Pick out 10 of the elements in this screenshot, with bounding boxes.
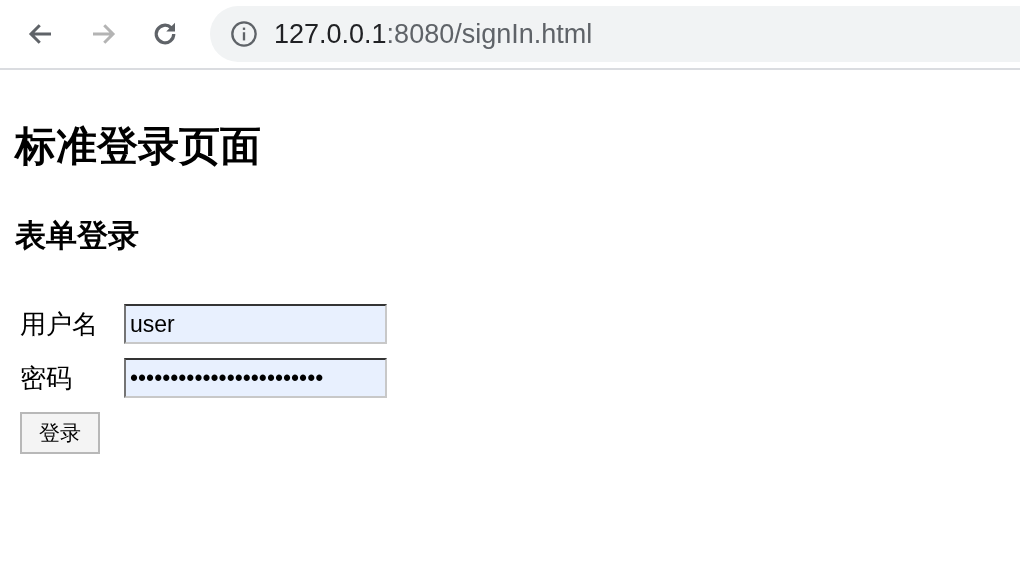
login-button[interactable]: 登录 bbox=[20, 412, 100, 454]
info-icon bbox=[230, 20, 258, 48]
input-field[interactable]: •••••••••••••••••••••••• bbox=[124, 358, 387, 398]
field-label: 用户名 bbox=[20, 308, 99, 341]
page-heading: 标准登录页面 bbox=[15, 122, 262, 171]
address-bar[interactable]: 127.0.0.1:8080/signIn.html bbox=[210, 6, 1020, 62]
input-field[interactable]: user bbox=[124, 304, 387, 344]
section-heading: 表单登录 bbox=[15, 217, 140, 255]
field-label: 密码 bbox=[20, 362, 73, 395]
url-text: 127.0.0.1:8080/signIn.html bbox=[274, 18, 593, 50]
